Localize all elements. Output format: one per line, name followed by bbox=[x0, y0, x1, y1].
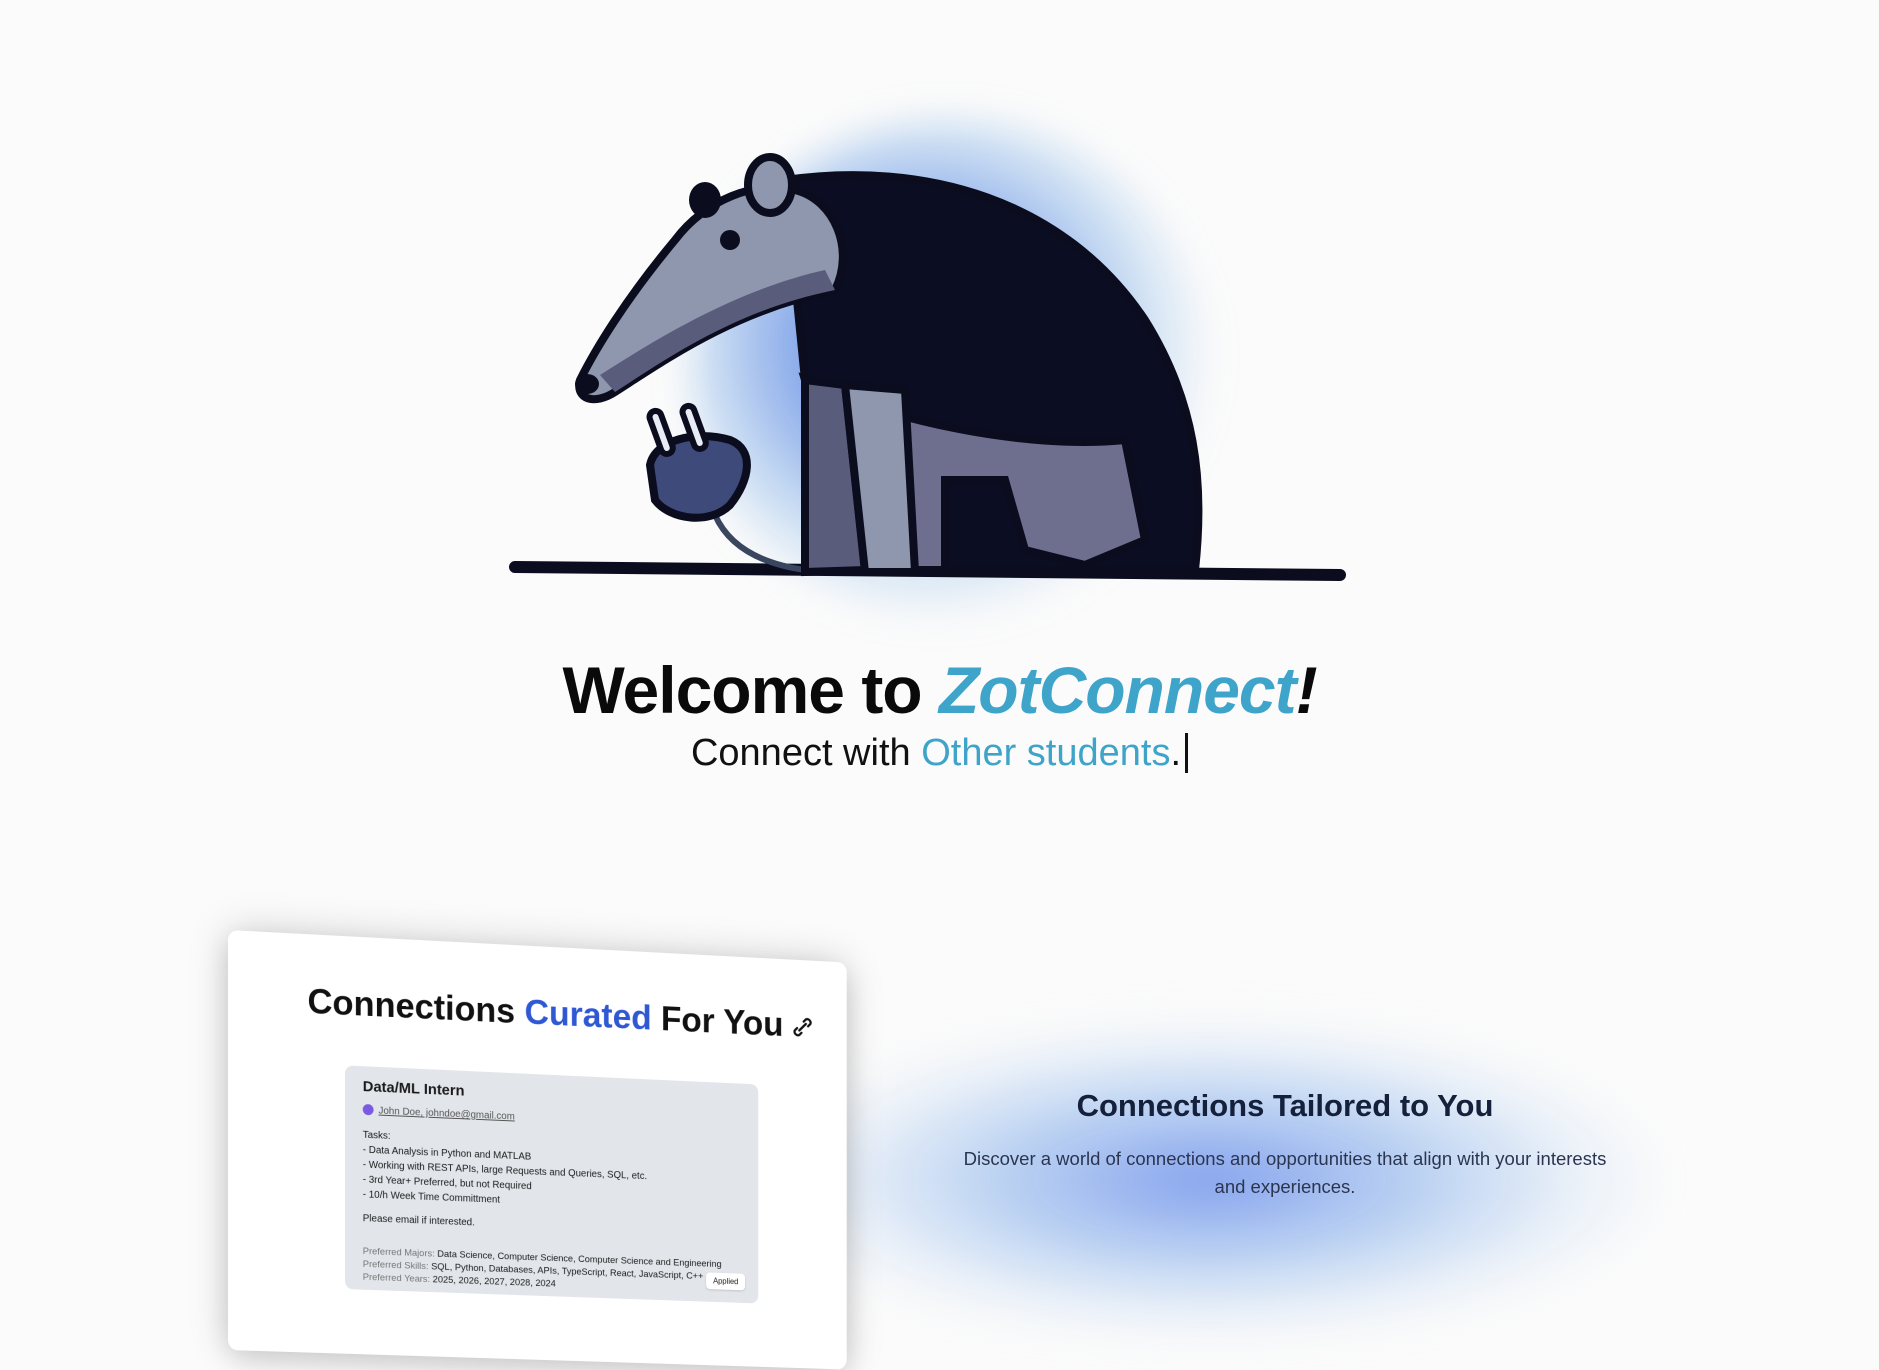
applied-badge: Applied bbox=[706, 1272, 745, 1290]
preview-title-part3: For You bbox=[652, 999, 784, 1044]
preview-title-curated: Curated bbox=[524, 993, 651, 1038]
preview-card-wrapper: Connections Curated For You Data/ML Inte… bbox=[228, 930, 868, 1350]
job-listing-card[interactable]: Data/ML Intern John Doe, johndoe@gmail.c… bbox=[345, 1065, 758, 1303]
tagline-highlight: Other students bbox=[921, 732, 1170, 774]
job-preferences: Preferred Majors: Data Science, Computer… bbox=[363, 1245, 722, 1296]
years-value: 2025, 2026, 2027, 2028, 2024 bbox=[433, 1274, 556, 1289]
welcome-prefix: Welcome to bbox=[562, 653, 939, 727]
job-title: Data/ML Intern bbox=[363, 1078, 465, 1099]
preview-title-part1: Connections bbox=[307, 982, 524, 1031]
job-poster: John Doe, johndoe@gmail.com bbox=[363, 1104, 515, 1123]
link-icon bbox=[789, 1013, 815, 1041]
welcome-heading: Welcome to ZotConnect! bbox=[0, 652, 1879, 728]
typing-caret bbox=[1185, 733, 1188, 773]
feature-title: Connections Tailored to You bbox=[910, 1088, 1660, 1124]
job-note: Please email if interested. bbox=[363, 1213, 475, 1228]
preview-card-title: Connections Curated For You bbox=[307, 982, 815, 1046]
tagline-suffix: . bbox=[1170, 732, 1181, 774]
avatar bbox=[363, 1104, 374, 1115]
typing-tagline: Connect with Other students. bbox=[0, 732, 1879, 775]
brand-name: ZotConnect bbox=[939, 653, 1296, 727]
welcome-exclamation: ! bbox=[1296, 653, 1317, 727]
preview-card: Connections Curated For You Data/ML Inte… bbox=[228, 930, 847, 1370]
years-label: Preferred Years: bbox=[363, 1272, 430, 1285]
poster-contact[interactable]: John Doe, johndoe@gmail.com bbox=[378, 1106, 514, 1123]
anteater-mascot-illustration bbox=[505, 120, 1355, 600]
tagline-prefix: Connect with bbox=[691, 732, 921, 774]
job-tasks: Tasks: - Data Analysis in Python and MAT… bbox=[363, 1128, 647, 1214]
feature-description: Discover a world of connections and oppo… bbox=[960, 1145, 1610, 1201]
